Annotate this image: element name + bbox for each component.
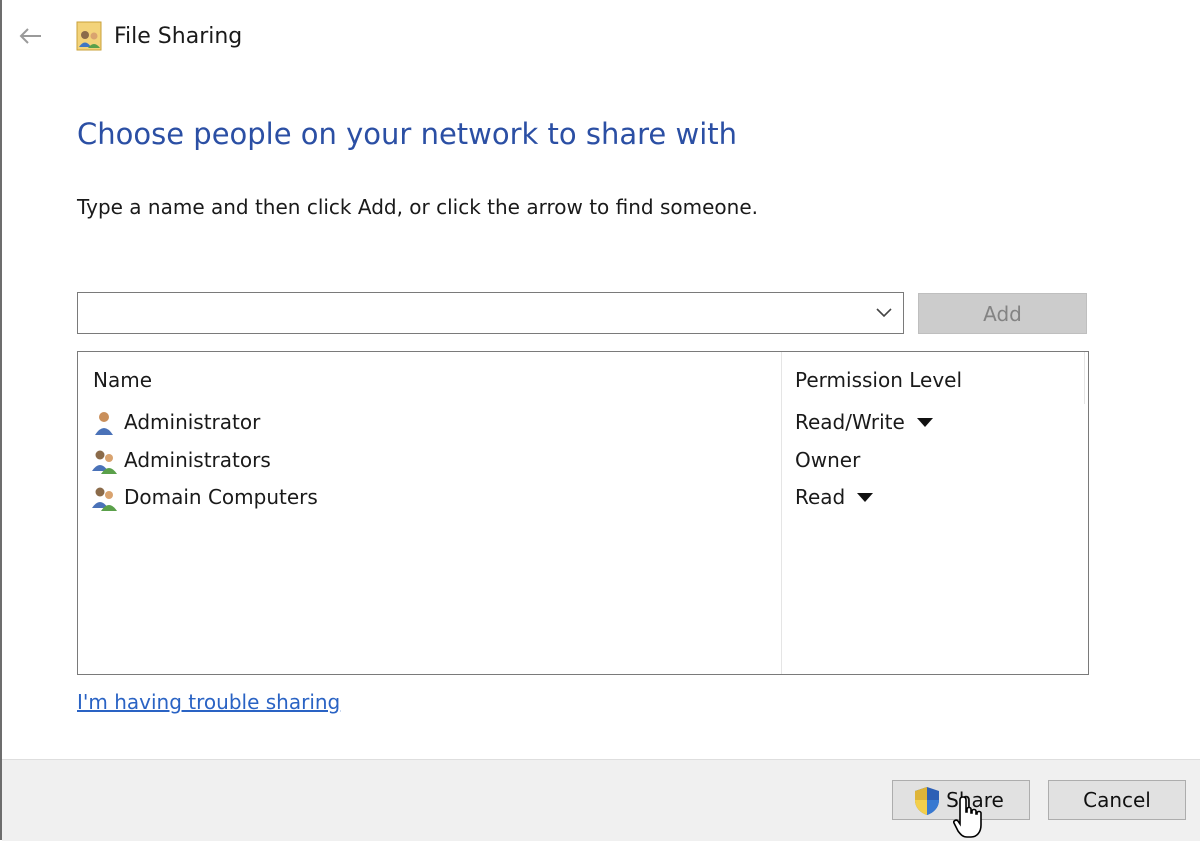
caret-down-icon (916, 417, 933, 427)
column-separator-end (1084, 352, 1085, 404)
column-header-name[interactable]: Name (93, 366, 152, 394)
column-header-permission[interactable]: Permission Level (795, 366, 962, 394)
back-arrow-icon (19, 28, 41, 44)
sharing-list: Name Permission Level Administrator Read… (77, 351, 1089, 675)
file-sharing-icon (76, 21, 102, 51)
add-button[interactable]: Add (918, 293, 1087, 334)
name-combobox[interactable] (77, 292, 904, 334)
list-item[interactable]: Administrators Owner (78, 443, 1088, 479)
user-icon (95, 412, 113, 435)
name-input[interactable] (78, 293, 858, 333)
permission-label-static: Owner (795, 445, 860, 475)
group-icon (92, 487, 117, 511)
share-button-label: Share (946, 788, 1004, 812)
chevron-down-icon (876, 308, 892, 318)
group-icon (92, 450, 117, 474)
back-button[interactable] (14, 22, 46, 50)
permission-label: Read/Write (795, 410, 905, 434)
dialog-footer: Share Cancel (2, 759, 1200, 841)
permission-label: Owner (795, 448, 861, 472)
permission-dropdown[interactable]: Read/Write (795, 407, 933, 437)
window-title: File Sharing (114, 24, 243, 49)
item-name: Domain Computers (124, 485, 318, 509)
caret-down-icon (857, 492, 874, 502)
permission-dropdown[interactable]: Read (795, 482, 874, 512)
item-name: Administrators (124, 448, 271, 472)
page-heading: Choose people on your network to share w… (77, 117, 738, 151)
item-name: Administrator (124, 410, 261, 434)
window-left-border (0, 0, 2, 840)
list-item[interactable]: Administrator Read/Write (78, 405, 1088, 441)
permission-label: Read (795, 485, 846, 509)
list-item[interactable]: Domain Computers Read (78, 480, 1088, 516)
combobox-dropdown-button[interactable] (869, 297, 899, 329)
uac-shield-icon (915, 787, 939, 815)
instruction-text: Type a name and then click Add, or click… (77, 195, 758, 219)
share-button[interactable]: Share (892, 780, 1030, 820)
cancel-button[interactable]: Cancel (1048, 780, 1186, 820)
trouble-sharing-link[interactable]: I'm having trouble sharing (77, 688, 340, 716)
